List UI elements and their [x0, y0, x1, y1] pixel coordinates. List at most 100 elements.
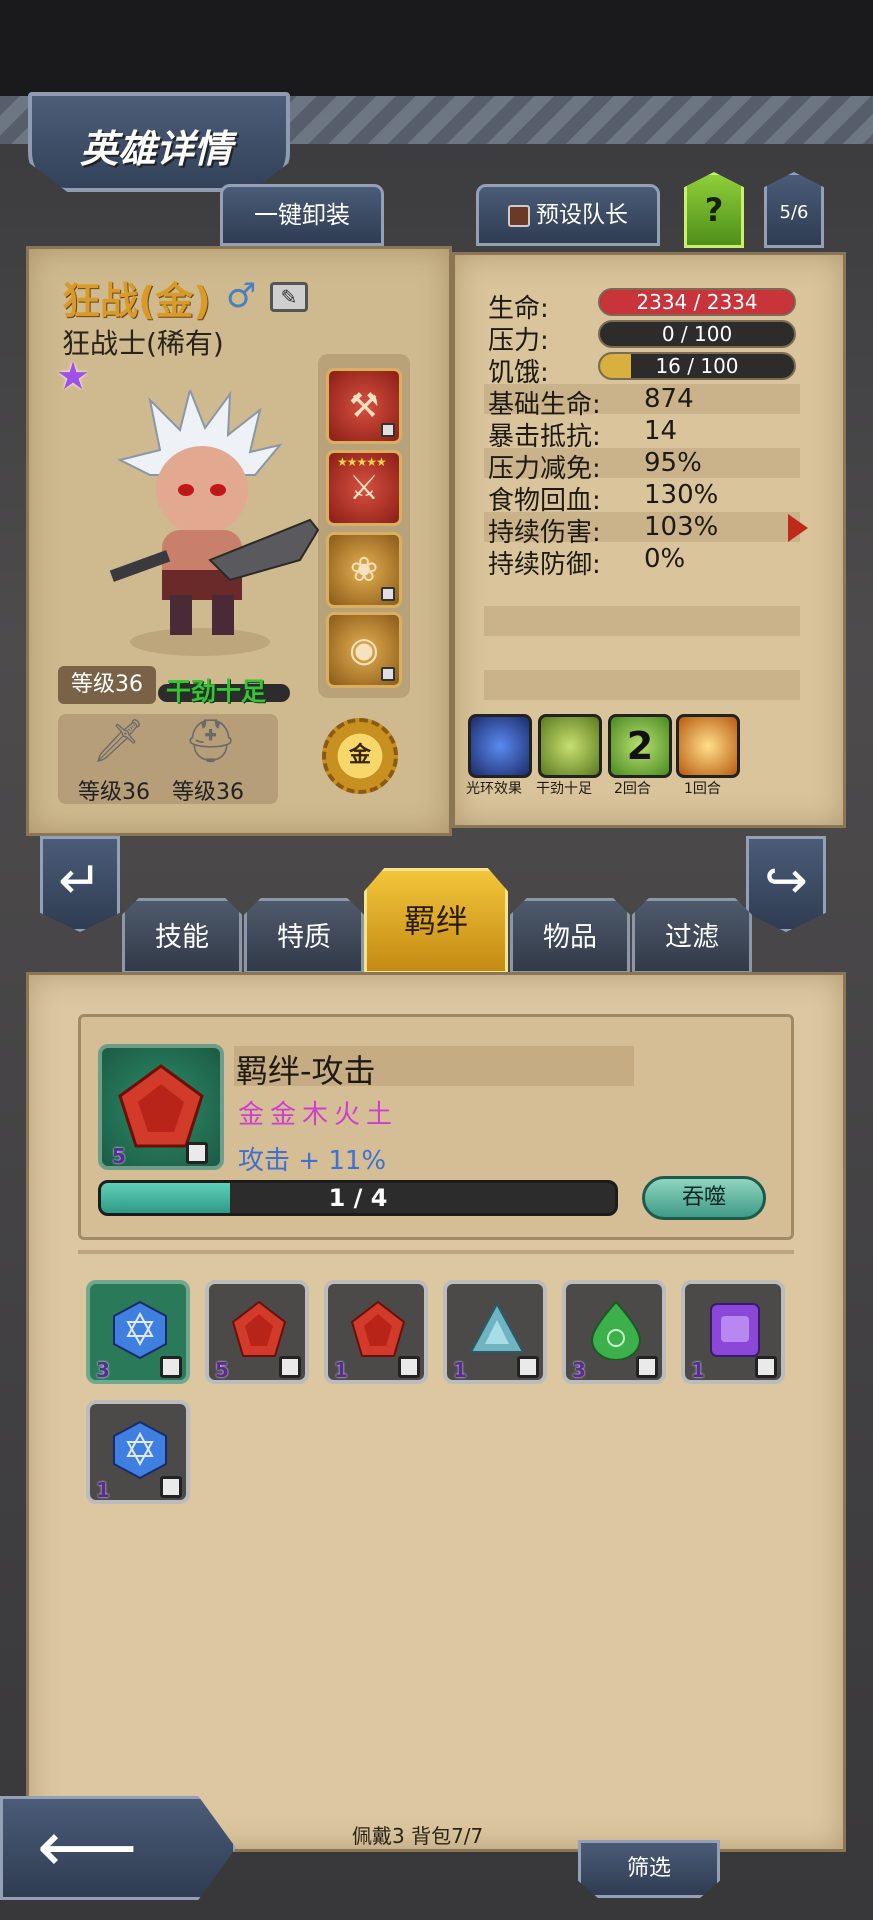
stress-bar: 0 / 100 [598, 320, 796, 348]
gem-count: 5 [112, 1144, 126, 1168]
lock-icon [755, 1356, 777, 1378]
buff-label: 光环效果 [466, 781, 522, 797]
red-pentagon-gem-icon [231, 1300, 287, 1357]
cheer-icon[interactable] [538, 714, 602, 778]
buff-label: 2回合 [614, 781, 651, 797]
blue-hex-gem-icon [113, 1420, 167, 1480]
lock-icon [160, 1356, 182, 1378]
skull-aura-icon[interactable] [468, 714, 532, 778]
lock-icon [517, 1356, 539, 1378]
gem-count: 1 [691, 1358, 705, 1382]
sunburst-icon[interactable] [676, 714, 740, 778]
purple-square-gem-icon [710, 1303, 760, 1357]
tab-filter[interactable]: 过滤 [632, 898, 752, 974]
stat-value: 0% [644, 544, 686, 574]
edit-name-icon[interactable]: ✎ [270, 282, 308, 312]
devour-button[interactable]: 吞噬 [642, 1176, 766, 1220]
red-pentagon-gem-icon [118, 1064, 204, 1148]
next-hero-arrow-icon[interactable]: ↪ [746, 836, 826, 932]
hp-value: 2334 / 2334 [636, 290, 758, 314]
armor-level: 等级36 [172, 780, 244, 805]
preset-captain-toggle[interactable]: 预设队长 [476, 184, 660, 246]
equip-slot-pouch[interactable]: ❀ [326, 532, 402, 608]
curved-blade-icon: ⚔ [348, 468, 380, 508]
stat-value: 103% [644, 512, 719, 542]
prev-hero-arrow-icon[interactable]: ↵ [40, 836, 120, 932]
red-pentagon-gem-icon [350, 1300, 406, 1357]
bond-title: 羁绊-攻击 [236, 1052, 376, 1090]
gem-count: 1 [334, 1358, 348, 1382]
divider [78, 1250, 794, 1254]
tab-traits[interactable]: 特质 [244, 898, 364, 974]
lock-icon [381, 423, 395, 437]
gem-slot[interactable]: 1 [86, 1400, 190, 1504]
stat-value: 95% [644, 448, 702, 478]
lock-icon [381, 667, 395, 681]
bond-progress-bar: 1 / 4 [98, 1180, 618, 1216]
unequip-all-button[interactable]: 一键卸装 [220, 184, 384, 246]
lock-icon [636, 1356, 658, 1378]
bond-elements: 金金木火土 [238, 1100, 399, 1130]
gem-slot[interactable]: 5 [205, 1280, 309, 1384]
gem-slot[interactable]: 3 [562, 1280, 666, 1384]
male-icon: ♂ [226, 276, 257, 316]
gem-count: 3 [572, 1358, 586, 1382]
green-drop-gem-icon [590, 1300, 642, 1360]
equip-slot-hammer[interactable]: ⚒ [326, 368, 402, 444]
more-stats-arrow-icon[interactable] [788, 514, 808, 542]
stat-value: 874 [644, 384, 694, 414]
element-badge[interactable]: 金 [322, 718, 398, 794]
gem-slot[interactable]: 3 [86, 1280, 190, 1384]
gem-slot[interactable]: 1 [681, 1280, 785, 1384]
equip-slot-blade[interactable]: ★★★★★ ⚔ [326, 450, 402, 526]
weapon-level: 等级36 [78, 780, 150, 805]
helmet-icon[interactable]: ⛑ [184, 716, 237, 766]
stress-value: 0 / 100 [661, 322, 733, 346]
tab-bond[interactable]: 羁绊 [364, 868, 508, 974]
hero-level: 等级36 [58, 666, 156, 704]
teal-triangle-gem-icon [469, 1301, 525, 1353]
hero-portrait [109, 390, 320, 656]
bond-effect: 攻击 + 11% [238, 1146, 387, 1176]
stat-value: 130% [644, 480, 719, 510]
stat-value: 14 [644, 416, 678, 446]
lock-icon [398, 1356, 420, 1378]
preset-captain-label: 预设队长 [536, 202, 628, 228]
lock-icon [381, 587, 395, 601]
status-bar-area [0, 0, 873, 96]
selected-gem[interactable]: 5 [98, 1044, 224, 1170]
buff-label: 1回合 [684, 781, 721, 797]
hunger-value: 16 / 100 [655, 354, 739, 378]
stat-label: 持续防御: [488, 550, 601, 580]
hero-name: 狂战(金) [62, 279, 211, 323]
buff-label: 干劲十足 [536, 781, 592, 797]
hero-index: 5/6 [764, 172, 824, 248]
rarity-star-icon: ★ [56, 354, 91, 398]
help-button[interactable]: ? [684, 172, 744, 248]
gem-count: 5 [215, 1358, 229, 1382]
inventory-status: 佩戴3 背包7/7 [352, 1824, 484, 1848]
bond-progress-text: 1 / 4 [328, 1184, 388, 1212]
gem-count: 1 [453, 1358, 467, 1382]
lock-icon [160, 1476, 182, 1498]
stat-row-bg [484, 670, 800, 700]
mood-status: 干劲十足 [166, 677, 267, 706]
tab-skills[interactable]: 技能 [122, 898, 242, 974]
lock-icon [279, 1356, 301, 1378]
gem-slot[interactable]: 1 [324, 1280, 428, 1384]
gem-count: 1 [96, 1478, 110, 1502]
blue-hex-gem-icon [113, 1300, 167, 1360]
hunger-bar: 16 / 100 [598, 352, 796, 380]
gem-slot[interactable]: 1 [443, 1280, 547, 1384]
back-arrow-icon[interactable]: ⟵ [0, 1796, 236, 1900]
filter-button[interactable]: 筛选 [578, 1840, 720, 1898]
two-turn-icon[interactable]: 2 [608, 714, 672, 778]
checkbox-icon[interactable] [508, 204, 530, 227]
page-title: 英雄详情 [80, 127, 233, 171]
lock-icon [186, 1142, 208, 1164]
gem-count: 3 [96, 1358, 110, 1382]
stat-row-bg [484, 606, 800, 636]
equip-slot-helmet[interactable]: ◉ [326, 612, 402, 688]
sword-icon[interactable]: 🗡 [92, 716, 145, 766]
tab-items[interactable]: 物品 [510, 898, 630, 974]
